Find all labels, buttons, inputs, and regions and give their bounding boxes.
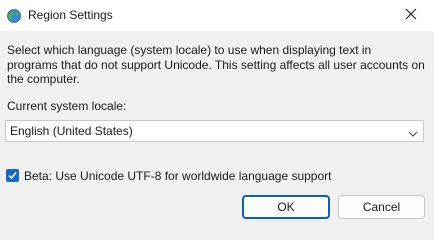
description-text: Select which language (system locale) to… xyxy=(7,43,425,86)
utf8-beta-label[interactable]: Beta: Use Unicode UTF-8 for worldwide la… xyxy=(24,169,332,183)
utf8-beta-checkbox[interactable] xyxy=(6,169,19,182)
checkmark-icon xyxy=(8,172,17,180)
chevron-down-icon xyxy=(408,127,418,137)
ok-button[interactable]: OK xyxy=(242,195,330,219)
system-locale-value: English (United States) xyxy=(10,124,133,138)
system-locale-dropdown[interactable]: English (United States) xyxy=(5,120,424,142)
cancel-button[interactable]: Cancel xyxy=(338,195,425,219)
close-icon xyxy=(405,8,417,23)
close-button[interactable] xyxy=(388,0,434,31)
dialog-body: Select which language (system locale) to… xyxy=(0,31,434,232)
title-bar: Region Settings xyxy=(0,0,434,31)
system-locale-label: Current system locale: xyxy=(7,99,127,113)
window-title: Region Settings xyxy=(28,8,113,22)
globe-icon xyxy=(6,8,22,24)
